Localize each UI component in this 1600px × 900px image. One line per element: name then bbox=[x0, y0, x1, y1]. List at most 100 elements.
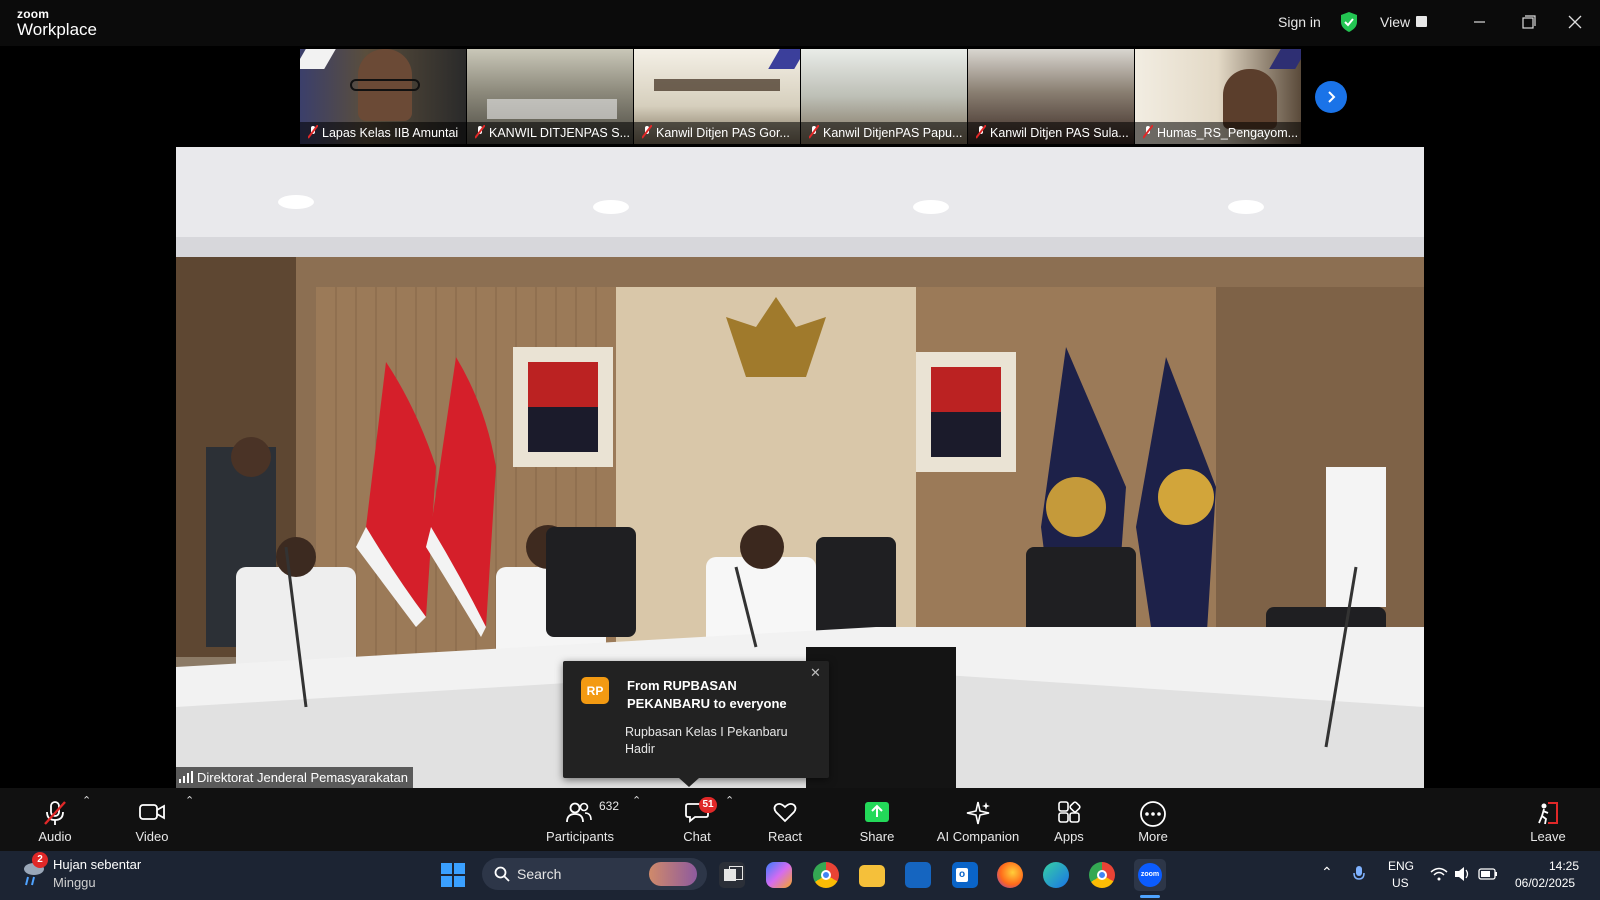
apps-button[interactable]: Apps bbox=[1042, 788, 1096, 851]
notification-sender: From RUPBASAN PEKANBARU to everyone bbox=[627, 678, 787, 711]
participant-tile[interactable]: Kanwil DitjenPAS Papu... bbox=[801, 49, 967, 144]
logo-line-2: Workplace bbox=[17, 20, 97, 39]
participant-tile[interactable]: Kanwil Ditjen PAS Gor... bbox=[634, 49, 800, 144]
copilot-icon[interactable] bbox=[766, 862, 792, 888]
participant-name: Kanwil Ditjen PAS Sula... bbox=[990, 126, 1129, 140]
participants-button[interactable]: Participants bbox=[545, 788, 615, 851]
minimize-icon[interactable] bbox=[1467, 10, 1493, 34]
participants-options-chevron-icon[interactable]: ⌃ bbox=[632, 794, 641, 807]
participants-count: 632 bbox=[599, 799, 620, 813]
speaker-name-label: Direktorat Jenderal Pemasyarakatan bbox=[176, 767, 413, 788]
notification-tail bbox=[679, 778, 699, 787]
participant-name: Kanwil Ditjen PAS Gor... bbox=[656, 126, 790, 140]
sender-avatar: RP bbox=[581, 677, 609, 704]
zoom-app-icon[interactable]: zoom bbox=[1134, 859, 1166, 891]
grid-view-icon[interactable] bbox=[1416, 16, 1427, 27]
close-notification-icon[interactable]: ✕ bbox=[810, 665, 821, 681]
notification-message: Rupbasan Kelas I Pekanbaru Hadir bbox=[625, 725, 788, 756]
participant-label: KANWIL DITJENPAS S... bbox=[467, 122, 633, 144]
title-bar: zoom Workplace Sign in View bbox=[0, 0, 1600, 46]
participant-name: Lapas Kelas IIB Amuntai bbox=[322, 126, 459, 140]
more-label: More bbox=[1138, 829, 1168, 844]
windows-start-icon[interactable] bbox=[441, 863, 465, 887]
video-options-chevron-icon[interactable]: ⌃ bbox=[185, 794, 194, 807]
share-screen-icon bbox=[865, 802, 889, 822]
video-button[interactable]: Video bbox=[125, 788, 179, 851]
audio-label: Audio bbox=[38, 829, 72, 844]
next-page-button[interactable] bbox=[1315, 81, 1347, 113]
react-label: React bbox=[768, 829, 802, 844]
video-camera-icon bbox=[139, 804, 165, 820]
search-icon bbox=[494, 866, 510, 882]
video-label: Video bbox=[135, 829, 169, 844]
speaker-name: Direktorat Jenderal Pemasyarakatan bbox=[197, 770, 408, 785]
chat-notification[interactable]: RP From RUPBASAN PEKANBARU to everyone R… bbox=[563, 661, 829, 787]
sparkle-icon bbox=[966, 801, 990, 825]
audio-button[interactable]: Audio bbox=[28, 788, 82, 851]
leave-label: Leave bbox=[1530, 829, 1566, 844]
participant-tile[interactable]: Kanwil Ditjen PAS Sula... bbox=[968, 49, 1134, 144]
edge-icon[interactable] bbox=[1043, 862, 1069, 888]
outlook-icon[interactable]: o bbox=[952, 862, 978, 888]
view-menu[interactable]: View bbox=[1380, 14, 1410, 30]
microphone-tray-icon[interactable] bbox=[1353, 865, 1365, 883]
sign-in-link[interactable]: Sign in bbox=[1278, 14, 1321, 30]
chrome-icon[interactable] bbox=[813, 862, 839, 888]
mic-muted-icon bbox=[641, 124, 653, 139]
ai-companion-button[interactable]: AI Companion bbox=[936, 788, 1020, 851]
logo-line-1: zoom bbox=[17, 7, 50, 21]
chat-options-chevron-icon[interactable]: ⌃ bbox=[725, 794, 734, 807]
participant-label: Humas_RS_Pengayom... bbox=[1135, 122, 1301, 144]
mic-muted-icon bbox=[44, 801, 66, 825]
wifi-icon[interactable] bbox=[1430, 867, 1448, 881]
search-placeholder: Search bbox=[517, 866, 562, 882]
participant-strip: Lapas Kelas IIB Amuntai KANWIL DITJENPAS… bbox=[300, 49, 1301, 144]
participant-name: Humas_RS_Pengayom... bbox=[1157, 126, 1299, 140]
participant-tile[interactable]: Lapas Kelas IIB Amuntai bbox=[300, 49, 466, 144]
shield-check-icon[interactable] bbox=[1339, 11, 1359, 33]
restore-icon[interactable] bbox=[1515, 10, 1541, 34]
share-button[interactable]: Share bbox=[850, 788, 904, 851]
task-view-icon[interactable] bbox=[719, 862, 745, 888]
file-explorer-icon[interactable] bbox=[859, 865, 885, 887]
show-hidden-icons-chevron-icon[interactable]: ⌃ bbox=[1321, 864, 1333, 881]
participant-label: Lapas Kelas IIB Amuntai bbox=[300, 122, 466, 144]
more-button[interactable]: More bbox=[1126, 788, 1180, 851]
search-highlight-image bbox=[649, 862, 697, 886]
chrome-profile-icon[interactable] bbox=[1089, 862, 1115, 888]
weather-alert-badge: 2 bbox=[32, 852, 48, 868]
participant-tile[interactable]: KANWIL DITJENPAS S... bbox=[467, 49, 633, 144]
mic-muted-icon bbox=[307, 124, 319, 139]
clock-time[interactable]: 14:25 bbox=[1549, 859, 1579, 873]
battery-icon[interactable] bbox=[1478, 868, 1498, 880]
chat-label: Chat bbox=[683, 829, 711, 844]
microsoft-store-icon[interactable] bbox=[905, 862, 931, 888]
leave-door-icon bbox=[1538, 802, 1558, 825]
participant-name: KANWIL DITJENPAS S... bbox=[489, 126, 630, 140]
participant-tile[interactable]: Humas_RS_Pengayom... bbox=[1135, 49, 1301, 144]
clock-date[interactable]: 06/02/2025 bbox=[1515, 876, 1575, 890]
leave-button[interactable]: Leave bbox=[1521, 788, 1575, 851]
weather-widget[interactable]: 2 bbox=[22, 852, 48, 892]
chat-button[interactable]: Chat bbox=[670, 788, 724, 851]
participant-label: Kanwil DitjenPAS Papu... bbox=[801, 122, 967, 144]
signal-bars-icon bbox=[179, 771, 193, 783]
zoom-workplace-logo: zoom Workplace bbox=[17, 8, 97, 38]
chevron-right-icon bbox=[1328, 91, 1336, 103]
language-us[interactable]: US bbox=[1392, 876, 1409, 890]
mic-muted-icon bbox=[808, 124, 820, 139]
ai-companion-label: AI Companion bbox=[936, 829, 1020, 844]
participant-label: Kanwil Ditjen PAS Gor... bbox=[634, 122, 800, 144]
weather-day: Minggu bbox=[53, 875, 96, 890]
meeting-toolbar: Audio ⌃ Video ⌃ Participants 632 ⌃ Chat … bbox=[0, 788, 1600, 851]
close-icon[interactable] bbox=[1562, 10, 1588, 34]
share-label: Share bbox=[859, 829, 895, 844]
taskbar-search[interactable]: Search bbox=[482, 858, 707, 890]
volume-icon[interactable] bbox=[1454, 866, 1472, 882]
firefox-icon[interactable] bbox=[997, 862, 1023, 888]
audio-options-chevron-icon[interactable]: ⌃ bbox=[82, 794, 91, 807]
language-eng[interactable]: ENG bbox=[1388, 859, 1414, 873]
mic-muted-icon bbox=[474, 124, 486, 139]
react-button[interactable]: React bbox=[758, 788, 812, 851]
participant-label: Kanwil Ditjen PAS Sula... bbox=[968, 122, 1134, 144]
